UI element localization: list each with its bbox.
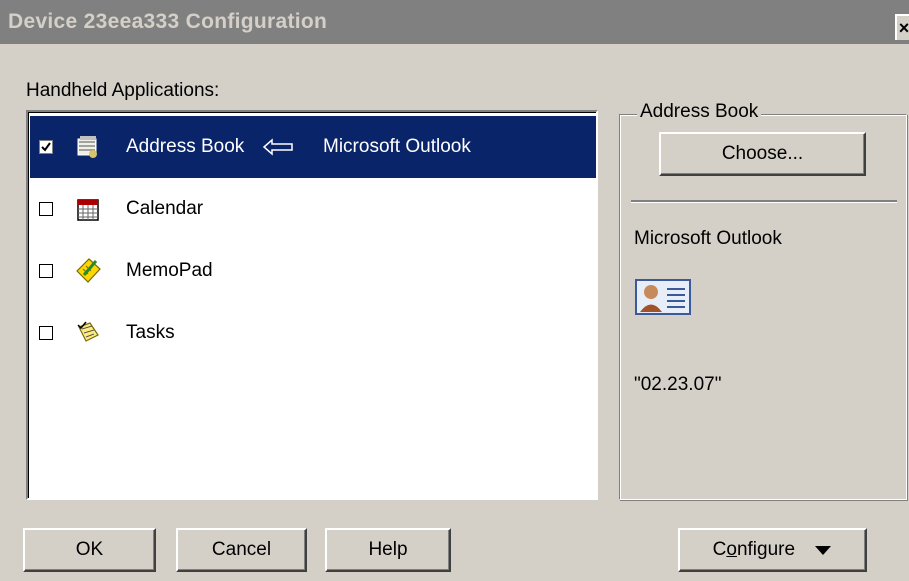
- configure-button[interactable]: Configure: [678, 528, 867, 572]
- list-item-label: MemoPad: [126, 260, 213, 281]
- memopad-icon: [76, 258, 101, 283]
- list-item-label: Calendar: [126, 198, 204, 219]
- tasks-icon: [77, 321, 99, 342]
- list-item-address-book[interactable]: Address Book Microsoft Outlook: [30, 116, 596, 178]
- applications-list[interactable]: Address Book Microsoft Outlook Calendar …: [26, 110, 598, 500]
- list-item-calendar[interactable]: Calendar: [30, 178, 596, 240]
- close-button[interactable]: ×: [895, 14, 909, 40]
- contact-card-icon: [635, 279, 691, 315]
- window-title: Device 23eea333 Configuration: [8, 10, 328, 33]
- choose-button[interactable]: Choose...: [659, 132, 866, 176]
- checkbox-address-book[interactable]: [39, 140, 53, 154]
- list-item-label: Address Book: [126, 136, 245, 157]
- configure-label: Configure: [712, 539, 796, 560]
- applications-label: Handheld Applications:: [26, 80, 220, 101]
- left-arrow-icon: [262, 138, 293, 156]
- list-item-memopad[interactable]: MemoPad: [30, 240, 596, 302]
- help-button[interactable]: Help: [325, 528, 451, 572]
- title-bar: Device 23eea333 Configuration: [0, 0, 909, 44]
- group-title: Address Book: [637, 101, 762, 123]
- target-app-name: Microsoft Outlook: [634, 228, 782, 249]
- address-book-icon: [77, 136, 97, 158]
- dropdown-triangle-icon: [815, 545, 832, 555]
- checkbox-memopad[interactable]: [39, 264, 53, 278]
- separator: [631, 200, 897, 203]
- list-item-tasks[interactable]: Tasks: [30, 302, 596, 364]
- calendar-icon: [77, 199, 99, 221]
- ok-button[interactable]: OK: [23, 528, 156, 572]
- checkbox-calendar[interactable]: [39, 202, 53, 216]
- check-mark-icon: [41, 142, 51, 152]
- version-label: "02.23.07": [634, 374, 722, 395]
- cancel-button[interactable]: Cancel: [176, 528, 307, 572]
- sync-target-label: Microsoft Outlook: [323, 136, 471, 157]
- checkbox-tasks[interactable]: [39, 326, 53, 340]
- list-item-label: Tasks: [126, 322, 175, 343]
